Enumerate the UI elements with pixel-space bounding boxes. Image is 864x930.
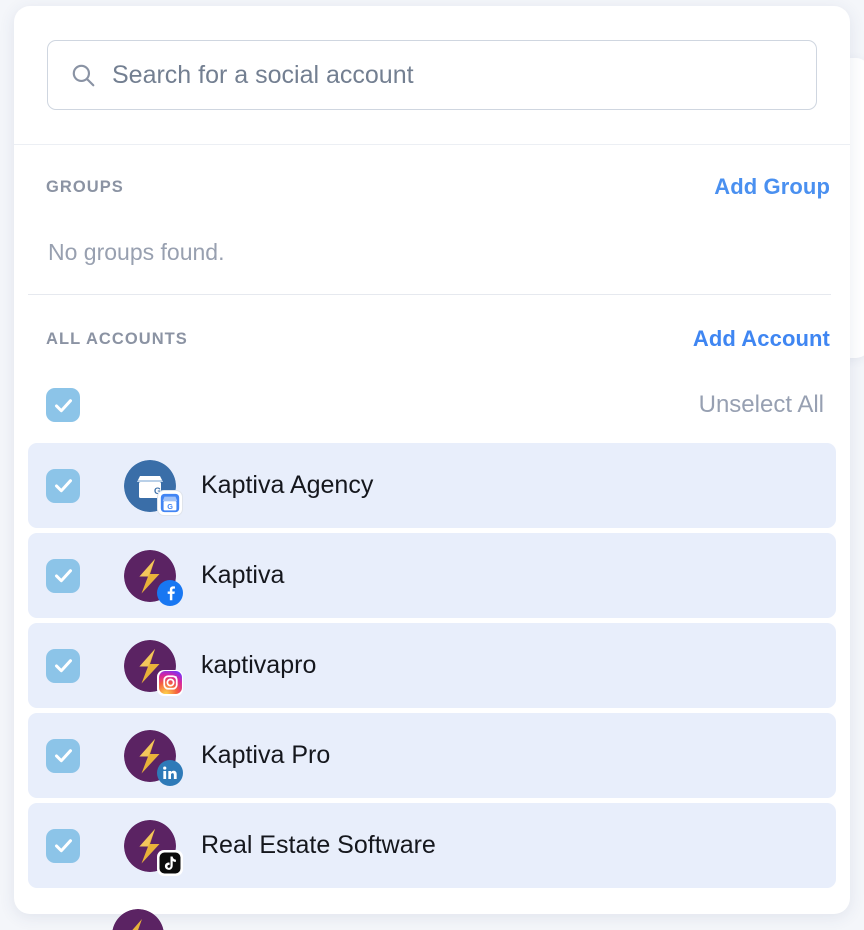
account-list: G G Kaptiva Agency Kaptiva kaptivapro Kaptiva…	[14, 443, 850, 888]
social-account-picker-card: GROUPS Add Group No groups found. ALL AC…	[14, 6, 850, 914]
groups-title: GROUPS	[46, 177, 124, 196]
unselect-all-label[interactable]: Unselect All	[699, 391, 824, 419]
account-checkbox[interactable]	[46, 468, 80, 503]
search-box[interactable]	[47, 40, 817, 110]
account-name: Kaptiva Pro	[201, 741, 331, 769]
account-row[interactable]: Kaptiva	[28, 533, 836, 618]
google-business-icon: G	[157, 489, 183, 516]
account-avatar	[124, 729, 183, 786]
account-row[interactable]: kaptivapro	[28, 623, 836, 708]
account-name: Kaptiva Agency	[201, 471, 374, 499]
account-avatar	[124, 549, 183, 606]
account-name: Kaptiva	[201, 561, 285, 589]
account-row[interactable]: Real Estate Software	[28, 803, 836, 888]
search-section	[14, 6, 850, 145]
account-checkbox[interactable]	[46, 828, 80, 863]
account-name: kaptivapro	[201, 651, 317, 679]
select-all-checkbox[interactable]	[46, 388, 80, 422]
all-accounts-title: ALL ACCOUNTS	[46, 329, 188, 348]
all-accounts-header: ALL ACCOUNTS Add Account	[14, 311, 850, 367]
all-accounts-section: ALL ACCOUNTS Add Account Unselect All GG…	[14, 295, 850, 888]
account-checkbox[interactable]	[46, 738, 80, 773]
account-avatar: GG	[124, 459, 183, 516]
account-avatar	[124, 819, 183, 876]
account-row[interactable]: G G Kaptiva Agency	[28, 443, 836, 528]
peek-avatar	[112, 909, 164, 930]
tiktok-icon	[157, 849, 183, 876]
linkedin-icon	[157, 759, 183, 786]
add-group-button[interactable]: Add Group	[714, 174, 830, 200]
groups-empty-message: No groups found.	[48, 239, 225, 265]
svg-text:G: G	[167, 501, 173, 510]
account-row-partial[interactable]	[28, 909, 788, 930]
groups-section: GROUPS Add Group No groups found.	[14, 145, 850, 294]
facebook-icon	[157, 579, 183, 606]
avatar	[112, 909, 164, 930]
search-icon	[70, 62, 96, 88]
account-row[interactable]: Kaptiva Pro	[28, 713, 836, 798]
account-name: Real Estate Software	[201, 831, 436, 859]
select-all-row: Unselect All	[14, 367, 850, 443]
groups-header: GROUPS Add Group	[14, 159, 850, 215]
search-input[interactable]	[112, 60, 794, 90]
account-avatar	[124, 639, 183, 696]
account-checkbox[interactable]	[46, 648, 80, 683]
account-checkbox[interactable]	[46, 558, 80, 593]
instagram-icon	[157, 669, 183, 696]
add-account-button[interactable]: Add Account	[693, 326, 830, 352]
